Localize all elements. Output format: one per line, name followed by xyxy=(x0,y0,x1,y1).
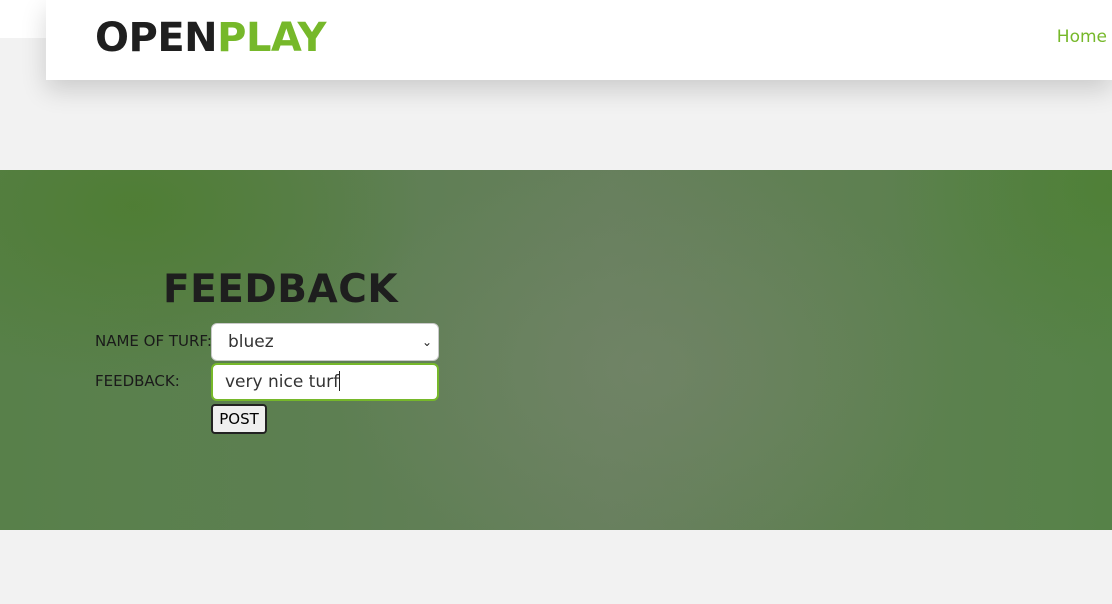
text-caret xyxy=(339,371,341,391)
turf-label: NAME OF TURF: xyxy=(95,332,212,350)
post-button[interactable]: POST xyxy=(211,404,267,434)
nav-home-link[interactable]: Home xyxy=(1057,27,1107,47)
navbar: OPENPLAY Home xyxy=(46,0,1112,80)
feedback-section: FEEDBACK NAME OF TURF: bluez ⌄ FEEDBACK:… xyxy=(0,170,1112,530)
turf-select-value: bluez xyxy=(228,332,274,352)
logo-open: OPEN xyxy=(95,15,218,61)
turf-select[interactable]: bluez ⌄ xyxy=(211,323,439,361)
feedback-input-value: very nice turf xyxy=(225,372,340,392)
logo[interactable]: OPENPLAY xyxy=(95,14,327,62)
logo-play: PLAY xyxy=(217,15,327,61)
chevron-down-icon: ⌄ xyxy=(421,335,432,349)
feedback-input[interactable]: very nice turf xyxy=(211,363,439,401)
page-title: FEEDBACK xyxy=(163,267,399,312)
feedback-label: FEEDBACK: xyxy=(95,372,180,390)
